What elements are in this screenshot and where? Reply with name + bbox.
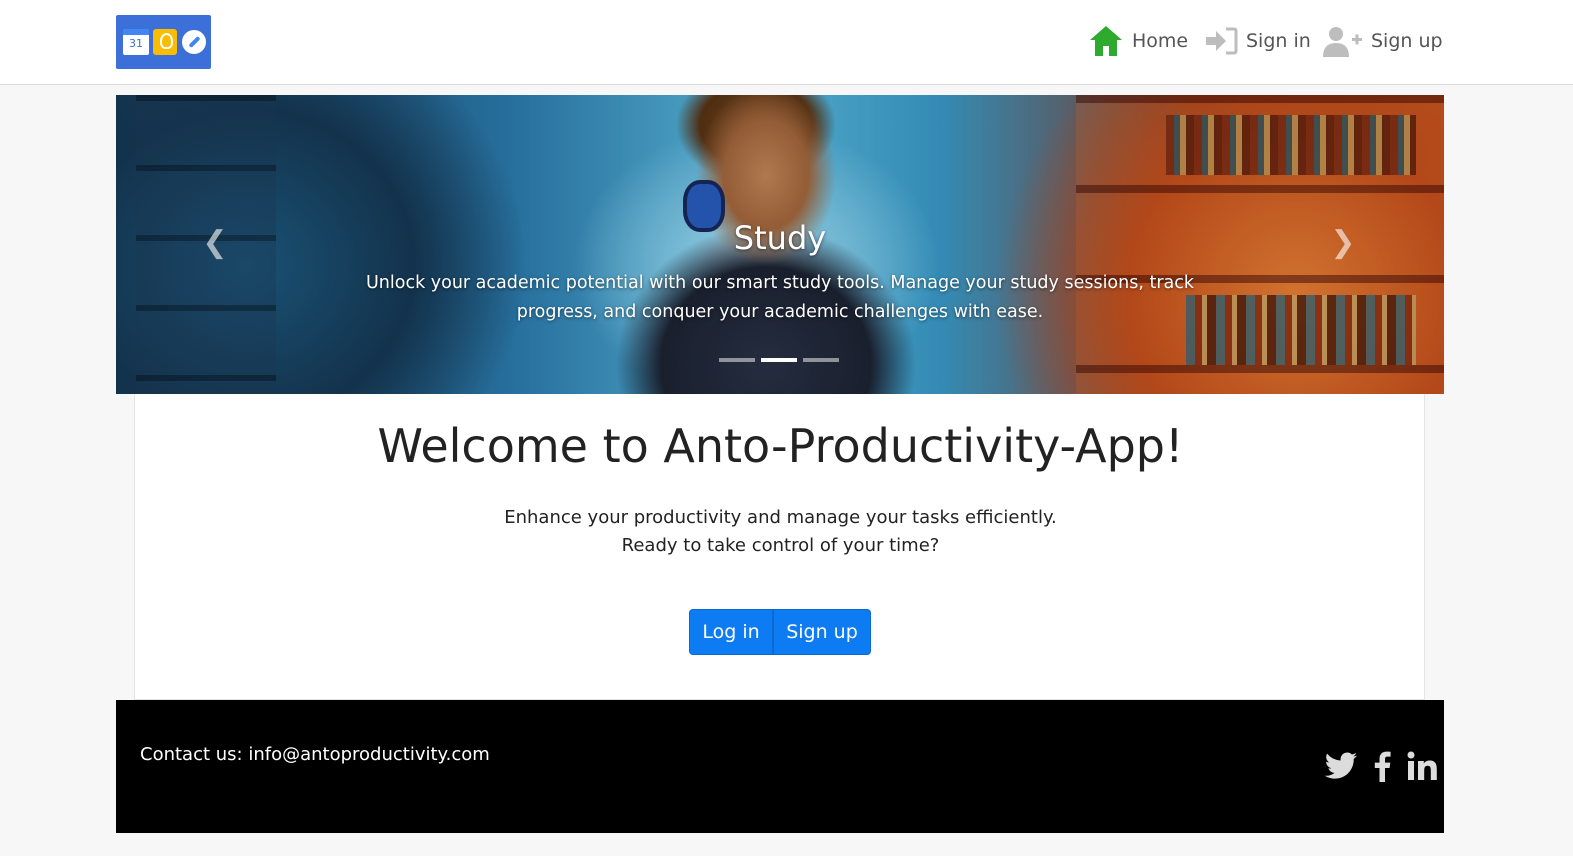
carousel-caption-text: Unlock your academic potential with our … [365,273,1195,322]
carousel-indicator-1[interactable] [719,358,755,362]
home-icon [1090,26,1122,56]
pencil-icon [182,30,206,54]
welcome-title: Welcome to Anto-Productivity-App! [377,419,1184,473]
carousel-indicator-3[interactable] [803,358,839,362]
carousel-indicator-2[interactable] [761,358,797,362]
nav-signin-label: Sign in [1246,30,1311,52]
app-logo[interactable]: 31 [116,15,211,69]
login-button[interactable]: Log in [689,609,773,655]
welcome-subtitle-line-1: Enhance your productivity and manage you… [504,507,1057,528]
linkedin-icon [1407,751,1437,780]
twitter-icon [1324,752,1357,779]
carousel-caption-title: Study [733,219,827,257]
footer: Contact us: info@antoproductivity.com [116,700,1444,833]
carousel-indicators [719,358,839,362]
linkedin-link[interactable] [1404,748,1440,784]
nav-home-label: Home [1132,30,1189,52]
sign-in-icon [1206,27,1238,55]
calendar-icon: 31 [123,29,149,55]
hero-carousel: ❮ ❯ Study Unlock your academic potential… [116,95,1444,394]
navbar: 31 Home Sign in Sign up [0,0,1573,85]
signup-button[interactable]: Sign up [773,609,871,655]
welcome-card: Welcome to Anto-Productivity-App! Enhanc… [134,394,1425,700]
nav-signup-link[interactable]: Sign up [1323,22,1443,60]
facebook-icon [1374,751,1391,782]
welcome-subtitle-line-2: Ready to take control of your time? [621,535,940,556]
nav-signup-label: Sign up [1371,30,1443,52]
lightbulb-icon [153,29,177,55]
calendar-day: 31 [129,37,143,50]
nav-home-link[interactable]: Home [1088,22,1188,60]
facebook-link[interactable] [1370,748,1394,784]
twitter-link[interactable] [1322,748,1360,784]
user-plus-icon [1323,27,1362,57]
footer-contact: Contact us: info@antoproductivity.com [140,744,490,765]
nav-signin-link[interactable]: Sign in [1204,22,1311,60]
